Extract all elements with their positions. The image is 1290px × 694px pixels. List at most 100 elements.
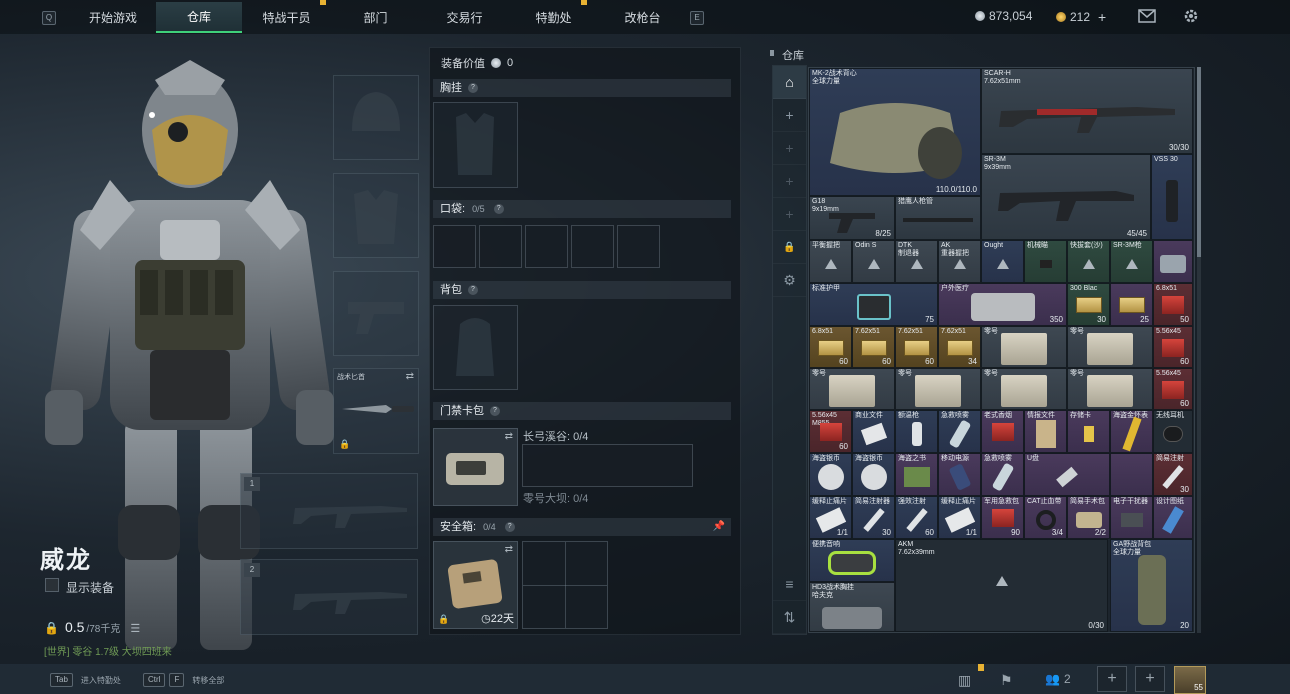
warehouse-item[interactable]: SR-3M 9x39mm 45/45 bbox=[981, 154, 1151, 240]
tab-hint[interactable]: Tab 进入特勤处 bbox=[50, 673, 121, 687]
next-tab-key[interactable]: E bbox=[690, 11, 704, 25]
warehouse-item[interactable]: VSS 30 bbox=[1151, 154, 1193, 240]
warehouse-item[interactable]: SR-3M枪 bbox=[1110, 240, 1153, 283]
warehouse-item[interactable]: 强效注射 60 bbox=[895, 496, 938, 539]
add-page-button[interactable]: + bbox=[773, 198, 806, 231]
warehouse-item[interactable]: 7.62x51 34 bbox=[938, 326, 981, 368]
warehouse-item[interactable]: 简易注射 30 bbox=[1153, 453, 1193, 496]
warehouse-item[interactable]: 机械瞄 bbox=[1024, 240, 1067, 283]
warehouse-item[interactable]: 6.8x51 50 bbox=[1153, 283, 1193, 326]
warehouse-item[interactable]: 急救喷雾 bbox=[981, 453, 1024, 496]
warehouse-item[interactable]: 缓释止痛片 1/1 bbox=[809, 496, 852, 539]
warehouse-item[interactable]: 存储卡 bbox=[1067, 410, 1110, 453]
tab-start-game[interactable]: 开始游戏 bbox=[70, 2, 156, 33]
warehouse-item[interactable]: Odin S bbox=[852, 240, 895, 283]
warehouse-item[interactable] bbox=[1110, 453, 1153, 496]
layers-icon[interactable]: ≡ bbox=[773, 568, 806, 601]
body-armor-slot[interactable] bbox=[333, 173, 419, 258]
warehouse-item[interactable]: 海盗银币 bbox=[852, 453, 895, 496]
warehouse-item[interactable]: 海盗银币 bbox=[809, 453, 852, 496]
flag-icon[interactable]: ⚑ bbox=[1000, 672, 1013, 689]
warehouse-item[interactable]: Ought bbox=[981, 240, 1024, 283]
pocket-cell[interactable] bbox=[479, 225, 522, 268]
sidearm-slot[interactable] bbox=[333, 271, 419, 356]
swap-icon[interactable]: ⇄ bbox=[406, 371, 414, 382]
warehouse-item[interactable]: 零号 bbox=[809, 368, 895, 410]
warehouse-item[interactable]: 7.62x51 60 bbox=[895, 326, 938, 368]
warehouse-item[interactable]: 6.8x51 60 bbox=[809, 326, 852, 368]
warehouse-item[interactable]: 简易手术包 2/2 bbox=[1067, 496, 1110, 539]
warehouse-item[interactable]: AKM 7.62x39mm 0/30 bbox=[895, 539, 1108, 632]
warehouse-item[interactable]: 户外医疗 350 bbox=[938, 283, 1067, 326]
warehouse-item[interactable]: 零号 bbox=[981, 326, 1067, 368]
warehouse-item[interactable]: 电子干扰器 bbox=[1110, 496, 1153, 539]
backpack-slot[interactable] bbox=[433, 305, 518, 390]
lock-icon[interactable]: 🔒 bbox=[773, 231, 806, 264]
gear-icon[interactable] bbox=[1182, 7, 1200, 30]
primary-weapon-slot[interactable]: 1 bbox=[240, 473, 418, 549]
help-icon[interactable]: ? bbox=[504, 522, 515, 533]
tab-warehouse[interactable]: 仓库 bbox=[156, 2, 242, 33]
warehouse-item[interactable]: 快拔套(沙) bbox=[1067, 240, 1110, 283]
warehouse-item[interactable]: 海盗金怀表 bbox=[1110, 410, 1153, 453]
add-page-button[interactable]: + bbox=[773, 99, 806, 132]
help-icon[interactable]: ? bbox=[493, 204, 504, 215]
warehouse-item[interactable]: 标准护甲 75 bbox=[809, 283, 938, 326]
warehouse-item[interactable]: MK-2战术背心 全球力量 110.0/110.0 bbox=[809, 68, 981, 196]
warehouse-item[interactable]: HD3战术胸挂 哈夫克 bbox=[809, 582, 895, 632]
warehouse-item[interactable]: 军用急救包 90 bbox=[981, 496, 1024, 539]
tab-trading[interactable]: 交易行 bbox=[420, 2, 509, 33]
warehouse-item[interactable]: 老式香烟 bbox=[981, 410, 1024, 453]
warehouse-item[interactable]: 平衡握把 bbox=[809, 240, 852, 283]
warehouse-main-tab[interactable]: ⌂ bbox=[773, 66, 806, 99]
stats-icon[interactable]: ▥ bbox=[958, 672, 971, 689]
show-gear-checkbox[interactable] bbox=[45, 578, 59, 592]
warehouse-item[interactable]: 便携音响 bbox=[809, 539, 895, 582]
warehouse-item[interactable]: GA野战背包 全球力量 20 bbox=[1110, 539, 1193, 632]
pocket-cell[interactable] bbox=[571, 225, 614, 268]
invite-button[interactable]: + bbox=[1097, 666, 1127, 692]
warehouse-item[interactable]: 无线耳机 bbox=[1153, 410, 1193, 453]
avatar[interactable]: 55 bbox=[1174, 666, 1206, 694]
list-icon[interactable]: ☰ bbox=[130, 622, 140, 635]
warehouse-item[interactable]: 5.56x45 60 bbox=[1153, 368, 1193, 410]
warehouse-item[interactable]: G18 9x19mm 8/25 bbox=[809, 196, 895, 240]
help-icon[interactable]: ? bbox=[468, 83, 478, 94]
melee-slot[interactable]: 战术匕首 ⇄ 🔒 bbox=[333, 368, 419, 454]
pin-icon[interactable]: 📌 bbox=[713, 518, 725, 536]
add-currency-button[interactable]: + bbox=[1098, 9, 1106, 25]
add-page-button[interactable]: + bbox=[773, 165, 806, 198]
warehouse-item[interactable]: 7.62x51 60 bbox=[852, 326, 895, 368]
warehouse-item[interactable]: AK 重器握把 bbox=[938, 240, 981, 283]
warehouse-item[interactable]: 设计图纸 bbox=[1153, 496, 1193, 539]
mail-icon[interactable] bbox=[1138, 9, 1156, 28]
settings-icon[interactable]: ⚙ bbox=[773, 264, 806, 297]
help-icon[interactable]: ? bbox=[490, 406, 500, 417]
warehouse-item[interactable]: 额温枪 bbox=[895, 410, 938, 453]
warehouse-item[interactable]: 零号 bbox=[895, 368, 981, 410]
safebox-grid[interactable] bbox=[522, 541, 608, 629]
add-page-button[interactable]: + bbox=[773, 132, 806, 165]
warehouse-item[interactable]: 海盗之书 bbox=[895, 453, 938, 496]
squad-button[interactable]: 👥 2 bbox=[1045, 672, 1071, 686]
warehouse-item[interactable]: 25 bbox=[1110, 283, 1153, 326]
warehouse-scroll-thumb[interactable] bbox=[1197, 67, 1201, 257]
pocket-cell[interactable] bbox=[433, 225, 476, 268]
pocket-cell[interactable] bbox=[617, 225, 660, 268]
world-chat-line[interactable]: [世界] 零谷 1.7级 大坝四班来 bbox=[44, 643, 172, 658]
warehouse-item[interactable]: 零号 bbox=[981, 368, 1067, 410]
warehouse-item[interactable]: U盘 bbox=[1024, 453, 1110, 496]
warehouse-item[interactable]: 零号 bbox=[1067, 326, 1153, 368]
helmet-slot[interactable] bbox=[333, 75, 419, 160]
warehouse-item[interactable] bbox=[1153, 240, 1193, 283]
keycard-case-slot[interactable]: ⇄ bbox=[433, 428, 518, 506]
safebox-slot[interactable]: ⇄ 🔒 ◷22天 bbox=[433, 541, 518, 629]
warehouse-item[interactable]: CAT止血带 3/4 bbox=[1024, 496, 1067, 539]
transfer-all-hint[interactable]: Ctrl F 转移全部 bbox=[143, 673, 224, 687]
help-icon[interactable]: ? bbox=[468, 285, 478, 296]
warehouse-item[interactable]: 简易注射器 30 bbox=[852, 496, 895, 539]
warehouse-item[interactable]: 缓释止痛片 1/1 bbox=[938, 496, 981, 539]
warehouse-item[interactable]: SCAR-H 7.62x51mm 30/30 bbox=[981, 68, 1193, 154]
chest-rig-slot[interactable] bbox=[433, 102, 518, 188]
warehouse-item[interactable]: 猎鹰人枪管 bbox=[895, 196, 981, 240]
